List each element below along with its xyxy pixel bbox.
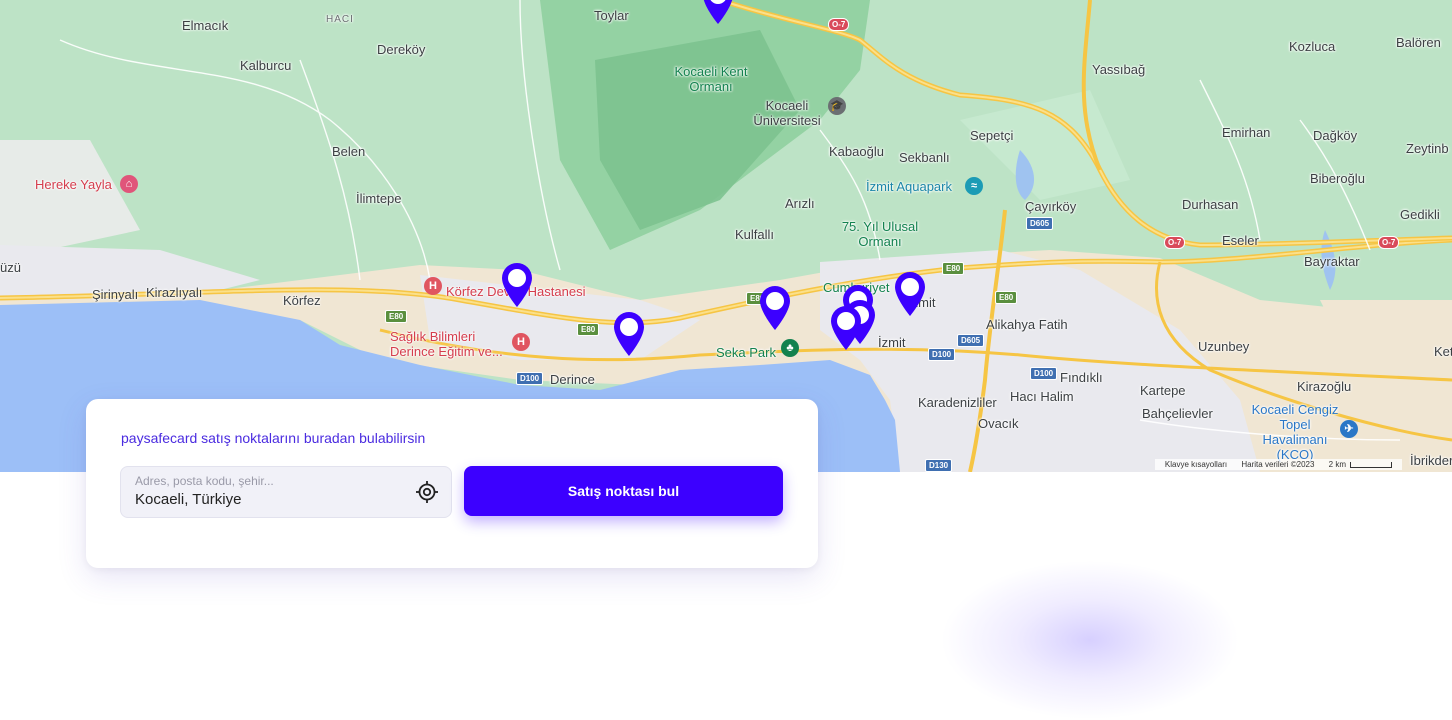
place-label: Ket [1434, 344, 1452, 359]
place-label: Çayırköy [1025, 199, 1077, 214]
place-label: 75. Yıl Ulusal Ormanı [841, 219, 919, 249]
road-shield: O-7 [1164, 236, 1186, 249]
place-label: Hereke Yayla [35, 177, 112, 192]
place-label: Yassıbağ [1092, 62, 1146, 77]
crosshair-locate-icon[interactable] [415, 480, 439, 504]
water-park-icon[interactable]: ≈ [965, 177, 983, 195]
road-shield: D100 [928, 348, 956, 361]
map-pin-icon[interactable] [892, 270, 928, 318]
map-pin-icon[interactable] [757, 284, 793, 332]
decorative-glow [940, 560, 1240, 720]
road-shield: D100 [516, 372, 544, 385]
map-scale-label: 2 km [1328, 460, 1346, 469]
place-label: Arızlı [785, 196, 815, 211]
address-search-input[interactable] [135, 491, 405, 508]
place-label: Fındıklı [1060, 370, 1103, 385]
place-label: Durhasan [1182, 197, 1239, 212]
place-label: Dereköy [377, 42, 426, 57]
store-locator-tagline: paysafecard satış noktalarını buradan bu… [121, 430, 426, 446]
hospital-icon[interactable]: H [512, 333, 530, 351]
place-label: Sekbanlı [899, 150, 950, 165]
place-label: İzmit Aquapark [866, 179, 952, 194]
map-pin-icon[interactable] [611, 310, 647, 358]
place-label: Dağköy [1313, 128, 1358, 143]
road-shield: D100 [1030, 367, 1058, 380]
place-label: Toylar [594, 8, 629, 23]
address-search-label: Adres, posta kodu, şehir... [135, 474, 274, 488]
place-label: Bahçelievler [1142, 406, 1213, 421]
road-shield: E80 [577, 323, 600, 336]
tree-icon[interactable]: ♣ [781, 339, 799, 357]
keyboard-shortcuts-link[interactable]: Klavye kısayolları [1165, 460, 1227, 469]
place-label: Şirinyalı [92, 287, 139, 302]
place-label: Kocaeli Cengiz Topel Havalimanı (KCO) [1251, 402, 1339, 462]
place-label: Belen [332, 144, 366, 159]
road-shield: D130 [925, 459, 953, 472]
road-shield: E80 [995, 291, 1018, 304]
road-shield: D605 [957, 334, 985, 347]
find-sales-point-button[interactable]: Satış noktası bul [464, 466, 783, 516]
place-label: İlimtepe [356, 191, 402, 206]
bed-icon[interactable]: ⌂ [120, 175, 138, 193]
map-data-credit[interactable]: Harita verileri ©2023 [1241, 460, 1314, 469]
store-locator-card: paysafecard satış noktalarını buradan bu… [86, 399, 818, 568]
place-label: İzmit [878, 335, 906, 350]
place-label: Ovacık [978, 416, 1019, 431]
place-label: Derince [550, 372, 595, 387]
place-label: Eseler [1222, 233, 1259, 248]
place-label: üzü [0, 260, 21, 275]
road-shield: E80 [385, 310, 408, 323]
road-shield: O-7 [828, 18, 850, 31]
place-label: Kocaeli Üniversitesi [753, 98, 821, 128]
map-pin-icon[interactable] [499, 261, 535, 309]
place-label: Kirazoğlu [1297, 379, 1352, 394]
place-label: Biberoğlu [1310, 171, 1365, 186]
place-label: Körfez [283, 293, 321, 308]
place-label: Sağlık Bilimleri Derince Eğitim ve... [390, 329, 503, 359]
graduation-cap-icon[interactable]: 🎓 [828, 97, 846, 115]
place-label: Kocaeli Kent Ormanı [674, 64, 748, 94]
place-label: İbrikdere [1410, 453, 1452, 468]
place-label: Uzunbey [1198, 339, 1250, 354]
place-label: Hacı Halim [1010, 389, 1074, 404]
road-shield: E80 [942, 262, 965, 275]
place-label: Elmacık [182, 18, 229, 33]
place-label: Balören [1396, 35, 1441, 50]
place-label: Gedikli [1400, 207, 1440, 222]
place-label: Kozluca [1289, 39, 1336, 54]
place-label: Kulfallı [735, 227, 775, 242]
map-pin-icon[interactable] [828, 304, 864, 352]
road-shield: D605 [1026, 217, 1054, 230]
place-label: Kartepe [1140, 383, 1186, 398]
airplane-icon[interactable]: ✈ [1340, 420, 1358, 438]
map-scale[interactable]: 2 km [1329, 460, 1392, 469]
place-label: Sepetçi [970, 128, 1014, 143]
place-label: Kalburcu [240, 58, 292, 73]
place-label: Karadenizliler [918, 395, 997, 410]
place-label: Bayraktar [1304, 254, 1360, 269]
address-search-field[interactable]: Adres, posta kodu, şehir... [120, 466, 452, 518]
map-pin-icon[interactable] [700, 0, 736, 26]
place-label: Zeytinb [1406, 141, 1449, 156]
place-label: Emirhan [1222, 125, 1271, 140]
place-label: Alikahya Fatih [986, 317, 1068, 332]
place-label: Seka Park [716, 345, 776, 360]
place-label: Kabaoğlu [829, 144, 884, 159]
map-attribution: Klavye kısayolları Harita verileri ©2023… [1154, 459, 1402, 470]
place-label: Kirazlıyalı [146, 285, 203, 300]
hospital-icon[interactable]: H [424, 277, 442, 295]
place-label: HACI [326, 14, 354, 25]
road-shield: O-7 [1378, 236, 1400, 249]
